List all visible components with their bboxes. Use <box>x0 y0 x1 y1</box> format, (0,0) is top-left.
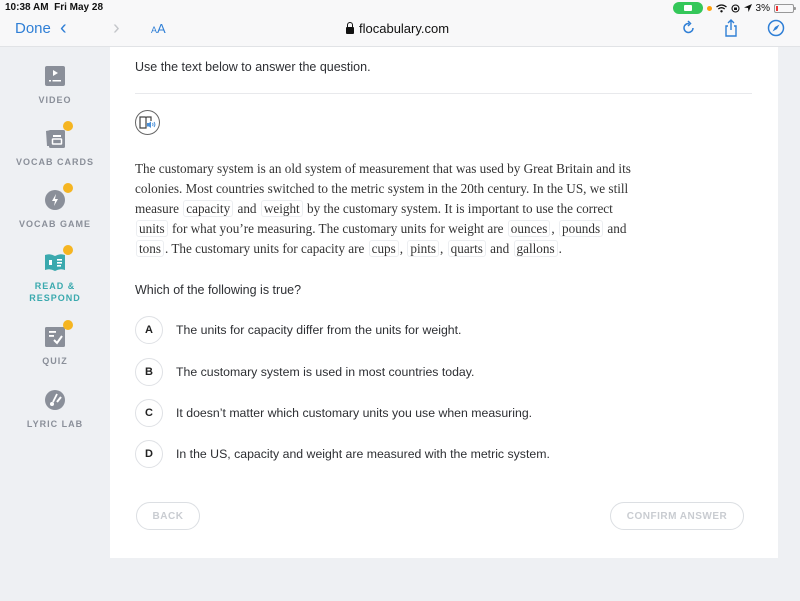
vocab-word[interactable]: pints <box>407 240 440 257</box>
vocab-word[interactable]: weight <box>260 200 303 217</box>
text-size-button[interactable]: AA <box>151 21 166 36</box>
passage-text: , <box>440 241 447 256</box>
status-time: 10:38 AM Fri May 28 <box>5 2 103 13</box>
vocab-word[interactable]: gallons <box>513 240 558 257</box>
location-icon <box>743 4 752 12</box>
option-text: In the US, capacity and weight are measu… <box>176 447 550 461</box>
option-text: The customary system is used in most cou… <box>176 365 475 379</box>
sidebar-label: READ & RESPOND <box>0 280 110 304</box>
passage-text: and <box>234 201 260 216</box>
passage-text: by the customary system. It is important… <box>303 201 613 216</box>
instruction-text: Use the text below to answer the questio… <box>135 60 371 74</box>
battery-icon <box>774 3 796 13</box>
orientation-lock-icon <box>730 3 740 13</box>
answer-option-b[interactable]: B The customary system is used in most c… <box>135 357 655 387</box>
passage-text: . <box>558 241 562 256</box>
address-bar[interactable]: flocabulary.com <box>346 21 449 36</box>
vocab-word[interactable]: tons <box>136 240 164 257</box>
answer-option-a[interactable]: A The units for capacity differ from the… <box>135 315 655 345</box>
battery-percent: 3% <box>755 2 770 14</box>
question-card: Use the text below to answer the questio… <box>110 47 778 558</box>
back-button[interactable]: BACK <box>136 502 200 530</box>
video-icon <box>44 65 66 87</box>
option-letter: A <box>135 316 163 344</box>
url-text: flocabulary.com <box>359 21 450 36</box>
read-respond-icon <box>44 245 73 273</box>
divider <box>135 93 752 94</box>
passage-text: and <box>486 241 513 256</box>
browser-toolbar: 10:38 AM Fri May 28 3% Done ‹ › AA floca… <box>0 0 800 47</box>
sidebar-label: VOCAB GAME <box>18 219 91 229</box>
new-badge-dot <box>63 320 73 330</box>
confirm-answer-button[interactable]: CONFIRM ANSWER <box>610 502 744 530</box>
vocab-word[interactable]: units <box>136 220 168 237</box>
vocab-word[interactable]: capacity <box>183 200 234 217</box>
compass-icon[interactable] <box>767 19 785 37</box>
book-audio-icon <box>139 116 156 129</box>
sidebar-label-line2: RESPOND <box>29 293 81 303</box>
vocab-game-icon <box>44 183 73 211</box>
option-text: The units for capacity differ from the u… <box>176 323 462 337</box>
done-button[interactable]: Done <box>15 20 51 37</box>
vocab-word[interactable]: pounds <box>559 220 604 237</box>
option-text: It doesn’t matter which customary units … <box>176 406 533 420</box>
question-prompt: Which of the following is true? <box>135 283 302 297</box>
sidebar-item-vocab-cards[interactable]: VOCAB CARDS <box>0 121 110 168</box>
text-size-large: A <box>157 21 166 36</box>
vocab-word[interactable]: cups <box>368 240 399 257</box>
option-letter: B <box>135 358 163 386</box>
sidebar-item-lyric-lab[interactable]: LYRIC LAB <box>0 389 110 430</box>
passage-text: . The customary units for capacity are <box>164 241 368 256</box>
sidebar-label: LYRIC LAB <box>26 419 84 429</box>
sidebar-label: QUIZ <box>42 356 68 366</box>
option-letter: D <box>135 440 163 468</box>
back-chevron-icon[interactable]: ‹ <box>60 17 67 40</box>
new-badge-dot <box>63 245 73 255</box>
forward-chevron-icon[interactable]: › <box>113 17 120 40</box>
sidebar-label: VIDEO <box>38 95 72 105</box>
vocab-cards-icon <box>44 121 73 149</box>
option-letter: C <box>135 399 163 427</box>
sidebar-item-video[interactable]: VIDEO <box>0 65 110 106</box>
passage-text: , <box>399 241 407 256</box>
passage-text: for what you’re measuring. The customary… <box>168 221 507 236</box>
vocab-word[interactable]: ounces <box>507 220 551 237</box>
passage-text: , <box>551 221 559 236</box>
answer-option-d[interactable]: D In the US, capacity and weight are mea… <box>135 439 655 469</box>
status-indicators: 3% <box>672 2 796 14</box>
time-text: 10:38 AM <box>5 2 49 13</box>
sidebar-label: VOCAB CARDS <box>15 157 94 167</box>
new-badge-dot <box>63 183 73 193</box>
lock-icon <box>346 21 354 34</box>
camera-in-use-icon <box>672 2 703 14</box>
share-icon[interactable] <box>722 19 740 37</box>
read-aloud-button[interactable] <box>135 110 160 135</box>
sidebar-item-vocab-game[interactable]: VOCAB GAME <box>0 183 110 230</box>
activity-sidebar: VIDEO VOCAB CARDS VOCAB GAME READ & RESPO… <box>0 47 110 601</box>
wifi-icon <box>715 3 727 12</box>
sidebar-item-quiz[interactable]: QUIZ <box>0 320 110 367</box>
lyric-lab-icon <box>44 389 66 411</box>
reload-icon[interactable] <box>680 19 698 37</box>
quiz-icon <box>44 320 73 348</box>
passage-text: and <box>604 221 627 236</box>
new-badge-dot <box>63 121 73 131</box>
reading-passage: The customary system is an old system of… <box>135 159 645 259</box>
answer-option-c[interactable]: C It doesn’t matter which customary unit… <box>135 398 655 428</box>
sidebar-item-read-respond[interactable]: READ & RESPOND <box>0 245 110 304</box>
mic-indicator-icon <box>706 5 712 11</box>
vocab-word[interactable]: quarts <box>447 240 486 257</box>
sidebar-label-line1: READ & <box>34 281 76 291</box>
date-text: Fri May 28 <box>54 2 104 13</box>
